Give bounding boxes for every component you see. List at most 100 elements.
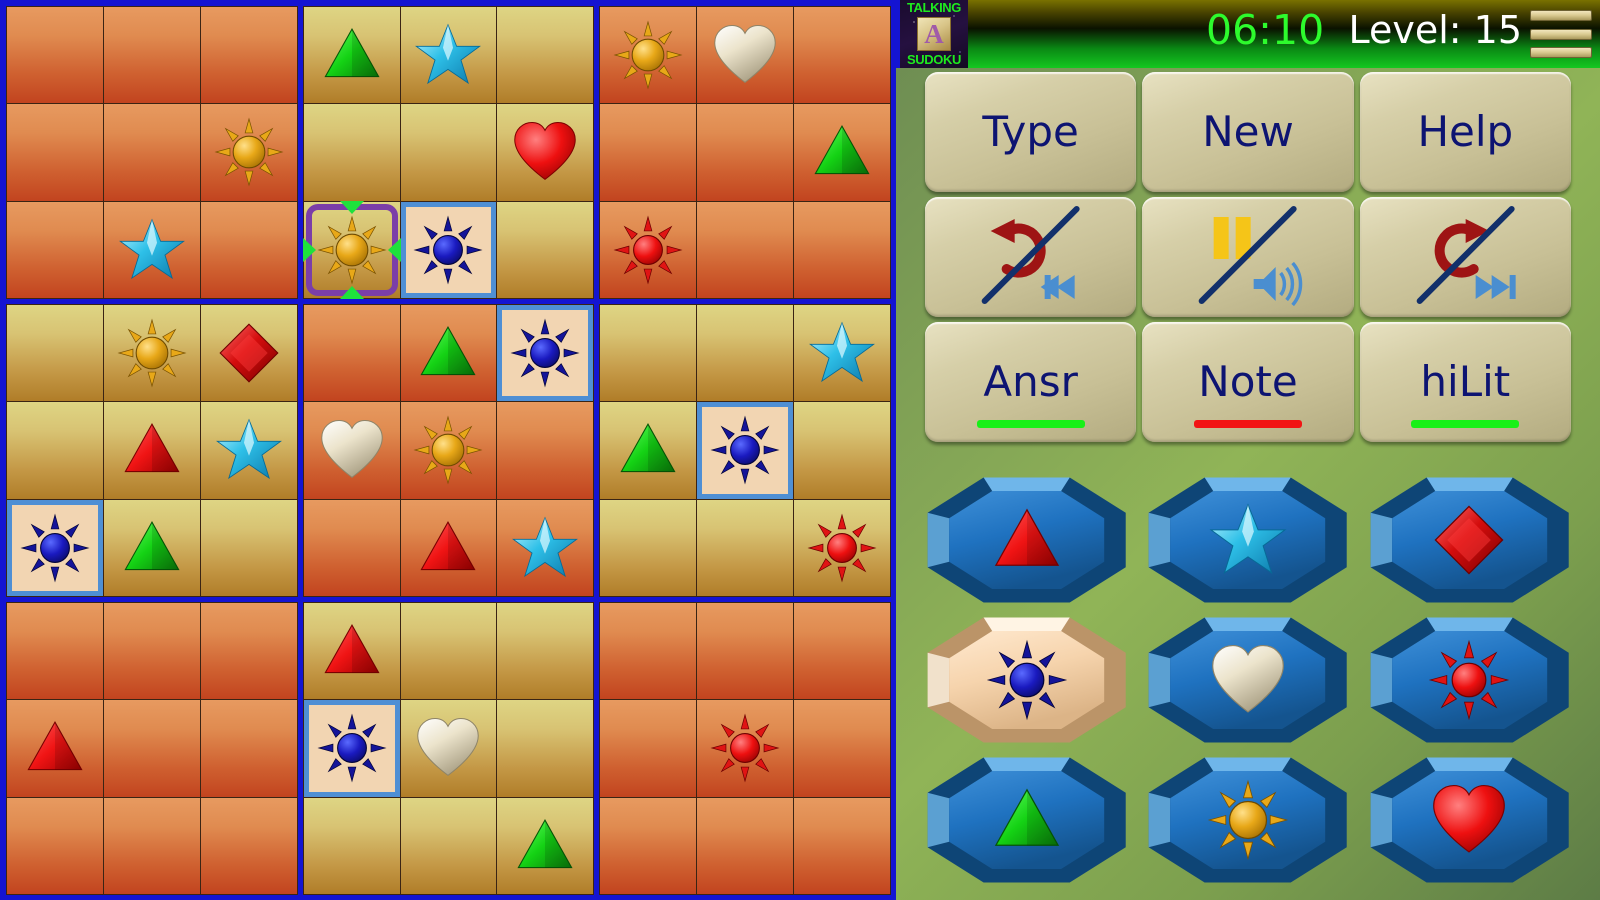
sudoku-cell-r5c2[interactable] [103,402,200,499]
sudoku-cell-r3c7[interactable] [600,201,697,298]
palette-orange-sun[interactable] [1140,752,1355,888]
sudoku-cell-r7c5[interactable] [400,603,497,700]
sudoku-cell-r2c9[interactable] [794,104,890,201]
sudoku-cell-r6c8[interactable] [697,499,794,596]
sudoku-cell-r5c6[interactable] [497,402,594,499]
sudoku-cell-r2c7[interactable] [600,104,697,201]
palette-red-triangle[interactable] [919,472,1134,608]
sudoku-cell-r4c8[interactable] [697,305,794,402]
palette-blue-sunburst[interactable] [919,612,1134,748]
sudoku-cell-r4c9[interactable] [794,305,890,402]
sudoku-cell-r1c8[interactable] [697,7,794,104]
sudoku-cell-r5c5[interactable] [400,402,497,499]
type-button[interactable]: Type [925,72,1137,192]
sudoku-cell-r7c1[interactable] [7,603,103,700]
sudoku-cell-r9c2[interactable] [103,797,200,894]
sudoku-cell-r3c5[interactable] [400,201,497,299]
palette-white-heart[interactable] [1140,612,1355,748]
pause-button[interactable] [1142,197,1354,317]
sudoku-cell-r1c1[interactable] [7,7,103,104]
answer-button[interactable]: Ansr [925,322,1137,442]
sudoku-cell-r2c5[interactable] [400,104,497,201]
sudoku-cell-r3c2[interactable] [103,201,200,298]
sudoku-cell-r8c3[interactable] [200,700,297,797]
sudoku-cell-r6c5[interactable] [400,499,497,596]
sudoku-cell-r6c2[interactable] [103,499,200,596]
sudoku-cell-r3c8[interactable] [697,201,794,298]
sudoku-cell-r8c5[interactable] [400,700,497,797]
sudoku-cell-r1c5[interactable] [400,7,497,104]
sudoku-cell-r2c4[interactable] [303,104,400,201]
palette-red-diamond[interactable] [1362,472,1577,608]
sudoku-cell-r4c4[interactable] [303,305,400,402]
sudoku-cell-r4c1[interactable] [7,305,103,402]
sudoku-cell-r2c8[interactable] [697,104,794,201]
sudoku-cell-r1c9[interactable] [794,7,890,104]
sudoku-cell-r7c9[interactable] [794,603,890,700]
new-button[interactable]: New [1142,72,1354,192]
sudoku-cell-r9c7[interactable] [600,797,697,894]
sudoku-cell-r6c6[interactable] [497,499,594,596]
sudoku-cell-r8c7[interactable] [600,700,697,797]
sudoku-cell-r4c7[interactable] [600,305,697,402]
sudoku-cell-r8c6[interactable] [497,700,594,797]
sudoku-cell-r3c3[interactable] [200,201,297,298]
sudoku-cell-r3c6[interactable] [497,201,594,298]
sudoku-cell-r5c9[interactable] [794,402,890,499]
sudoku-grid[interactable] [0,0,896,900]
sudoku-cell-r4c5[interactable] [400,305,497,402]
sudoku-cell-r1c2[interactable] [103,7,200,104]
sudoku-cell-r4c2[interactable] [103,305,200,402]
sudoku-cell-r2c2[interactable] [103,104,200,201]
sudoku-cell-r1c7[interactable] [600,7,697,104]
sudoku-cell-r6c7[interactable] [600,499,697,596]
sudoku-cell-r8c1[interactable] [7,700,103,797]
note-button[interactable]: Note [1142,322,1354,442]
sudoku-cell-r9c1[interactable] [7,797,103,894]
sudoku-cell-r7c8[interactable] [697,603,794,700]
sudoku-cell-r2c6[interactable] [497,104,594,201]
palette-cyan-star[interactable] [1140,472,1355,608]
palette-red-heart[interactable] [1362,752,1577,888]
sudoku-cell-r1c6[interactable] [497,7,594,104]
sudoku-cell-r5c8[interactable] [697,402,794,499]
sudoku-cell-r5c1[interactable] [7,402,103,499]
sudoku-cell-r2c3[interactable] [200,104,297,201]
hilit-button[interactable]: hiLit [1359,322,1571,442]
sudoku-cell-r9c9[interactable] [794,797,890,894]
sudoku-cell-r9c5[interactable] [400,797,497,894]
sudoku-cell-r9c4[interactable] [303,797,400,894]
sudoku-cell-r8c9[interactable] [794,700,890,797]
redo-button[interactable] [1359,197,1571,317]
sudoku-cell-r9c3[interactable] [200,797,297,894]
sudoku-cell-r9c8[interactable] [697,797,794,894]
sudoku-cell-r7c7[interactable] [600,603,697,700]
sudoku-cell-r5c4[interactable] [303,402,400,499]
sudoku-cell-r2c1[interactable] [7,104,103,201]
sudoku-cell-r4c3[interactable] [200,305,297,402]
sudoku-cell-r8c8[interactable] [697,700,794,797]
sudoku-cell-r3c4[interactable] [302,200,401,299]
sudoku-cell-r7c6[interactable] [497,603,594,700]
hamburger-menu-icon[interactable] [1530,10,1592,58]
palette-green-triangle[interactable] [919,752,1134,888]
sudoku-cell-r1c3[interactable] [200,7,297,104]
undo-button[interactable] [925,197,1137,317]
sudoku-cell-r7c2[interactable] [103,603,200,700]
palette-red-sunburst[interactable] [1362,612,1577,748]
sudoku-cell-r6c4[interactable] [303,499,400,596]
sudoku-cell-r6c3[interactable] [200,499,297,596]
sudoku-cell-r8c4[interactable] [303,700,400,797]
sudoku-cell-r9c6[interactable] [497,797,594,894]
sudoku-cell-r4c6[interactable] [497,305,594,402]
help-button[interactable]: Help [1359,72,1571,192]
sudoku-cell-r8c2[interactable] [103,700,200,797]
sudoku-cell-r3c9[interactable] [794,201,890,298]
sudoku-cell-r6c9[interactable] [794,499,890,596]
sudoku-cell-r7c3[interactable] [200,603,297,700]
sudoku-cell-r5c7[interactable] [600,402,697,499]
sudoku-cell-r3c1[interactable] [7,201,103,298]
sudoku-cell-r7c4[interactable] [303,603,400,700]
sudoku-cell-r5c3[interactable] [200,402,297,499]
sudoku-cell-r6c1[interactable] [7,499,103,597]
